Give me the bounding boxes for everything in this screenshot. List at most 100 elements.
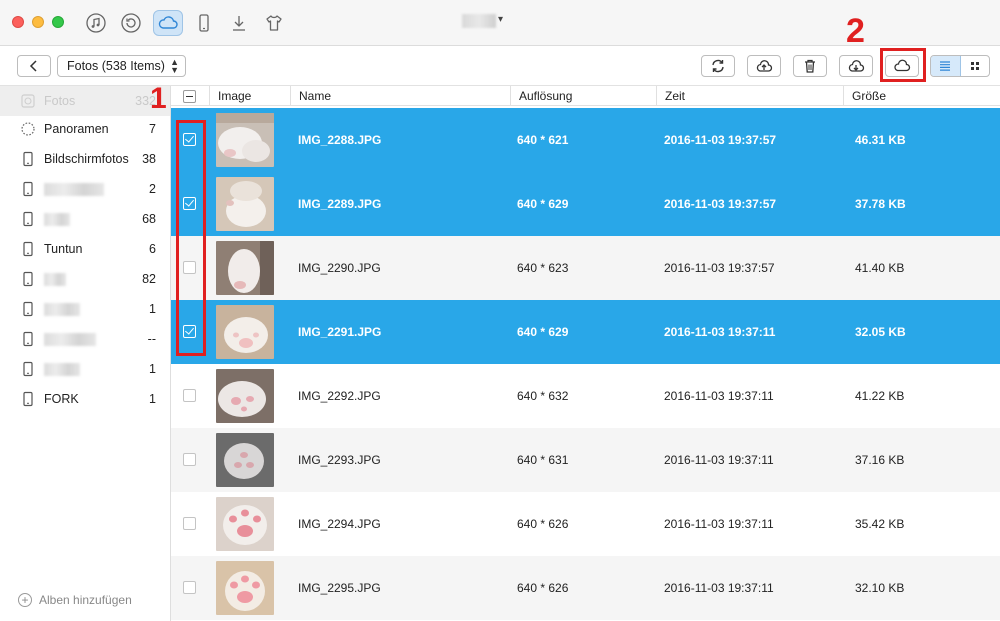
table-row[interactable]: IMG_2293.JPG 640 * 631 2016-11-03 19:37:… — [171, 428, 1000, 492]
plus-circle-icon: + — [18, 593, 32, 607]
sidebar-item-redacted[interactable]: 1 — [0, 354, 170, 384]
file-name: IMG_2294.JPG — [298, 517, 381, 531]
select-all-checkbox[interactable] — [183, 90, 196, 103]
sidebar-item-redacted[interactable]: 1 — [0, 294, 170, 324]
sidebar-item-count: 2 — [149, 182, 156, 196]
sidebar-item-count: 68 — [142, 212, 156, 226]
sidebar-item-redacted[interactable]: 68 — [0, 204, 170, 234]
app-window: ▾ Fotos (538 Items) ▲ ▼ Fotos 332 Panora… — [0, 0, 1000, 621]
table-header: Image Name Auflösung Zeit Größe — [171, 86, 1000, 106]
annotation-highlight-cloud-button — [880, 48, 926, 82]
row-checkbox[interactable] — [183, 517, 196, 530]
file-name: IMG_2295.JPG — [298, 581, 381, 595]
table-row[interactable]: IMG_2288.JPG 640 * 621 2016-11-03 19:37:… — [171, 108, 1000, 172]
file-size: 37.78 KB — [855, 197, 906, 211]
column-header-time[interactable]: Zeit — [656, 86, 843, 106]
download-to-computer-button[interactable] — [839, 55, 873, 77]
photo-thumbnail — [216, 113, 274, 167]
redacted-album-name — [44, 363, 80, 376]
sidebar-item-fotos[interactable]: Fotos 332 — [0, 86, 170, 116]
file-resolution: 640 * 626 — [517, 517, 569, 531]
device-dropdown-chevron-icon[interactable]: ▾ — [498, 14, 503, 25]
backup-restore-icon[interactable] — [118, 10, 144, 36]
sidebar-item-redacted[interactable]: -- — [0, 324, 170, 354]
refresh-button[interactable] — [701, 55, 735, 77]
row-checkbox[interactable] — [183, 389, 196, 402]
column-header-size[interactable]: Größe — [843, 86, 1000, 106]
phone-icon — [20, 271, 36, 287]
redacted-album-name — [44, 303, 80, 316]
photo-thumbnail — [216, 369, 274, 423]
tshirt-icon[interactable] — [261, 10, 287, 36]
sidebar-item-count: 38 — [142, 152, 156, 166]
close-window-button[interactable] — [12, 16, 24, 28]
sidebar-item-tuntun[interactable]: Tuntun 6 — [0, 234, 170, 264]
redacted-album-name — [44, 273, 66, 286]
grid-view-button[interactable] — [961, 56, 990, 76]
sidebar-item-fork[interactable]: FORK 1 — [0, 384, 170, 414]
zoom-window-button[interactable] — [52, 16, 64, 28]
download-icon[interactable] — [226, 10, 252, 36]
file-resolution: 640 * 631 — [517, 453, 569, 467]
file-resolution: 640 * 632 — [517, 389, 569, 403]
album-dropdown[interactable]: Fotos (538 Items) ▲ ▼ — [57, 55, 186, 77]
sidebar-item-count: 6 — [149, 242, 156, 256]
phone-icon — [20, 151, 36, 167]
file-name: IMG_2291.JPG — [298, 325, 382, 339]
sidebar-item-bildschirmfotos[interactable]: Bildschirmfotos 38 — [0, 144, 170, 174]
file-time: 2016-11-03 19:37:11 — [664, 581, 774, 595]
phone-icon — [20, 241, 36, 257]
column-header-image[interactable]: Image — [209, 86, 290, 106]
file-resolution: 640 * 621 — [517, 133, 569, 147]
sidebar-item-panoramen[interactable]: Panoramen 7 — [0, 114, 170, 144]
file-size: 41.22 KB — [855, 389, 905, 403]
grid-view-icon — [970, 62, 979, 70]
photo-thumbnail — [216, 433, 274, 487]
file-name: IMG_2292.JPG — [298, 389, 381, 403]
file-resolution: 640 * 623 — [517, 261, 569, 275]
table-row[interactable]: IMG_2292.JPG 640 * 632 2016-11-03 19:37:… — [171, 364, 1000, 428]
row-checkbox[interactable] — [183, 581, 196, 594]
view-mode-toggle — [930, 55, 990, 77]
back-button[interactable] — [17, 55, 51, 77]
photo-thumbnail — [216, 241, 274, 295]
column-header-name[interactable]: Name — [290, 86, 510, 106]
device-name-redacted[interactable] — [462, 14, 496, 28]
table-row[interactable]: IMG_2289.JPG 640 * 629 2016-11-03 19:37:… — [171, 172, 1000, 236]
file-name: IMG_2290.JPG — [298, 261, 381, 275]
column-header-resolution[interactable]: Auflösung — [510, 86, 656, 106]
table-row[interactable]: IMG_2290.JPG 640 * 623 2016-11-03 19:37:… — [171, 236, 1000, 300]
device-icon[interactable] — [191, 10, 217, 36]
table-row[interactable]: IMG_2291.JPG 640 * 629 2016-11-03 19:37:… — [171, 300, 1000, 364]
file-size: 32.05 KB — [855, 325, 906, 339]
file-time: 2016-11-03 19:37:11 — [664, 325, 776, 339]
icloud-icon[interactable] — [153, 10, 183, 36]
album-sidebar: Fotos 332 Panoramen 7 Bildschirmfotos 38… — [0, 86, 171, 621]
photo-thumbnail — [216, 497, 274, 551]
upload-to-cloud-button[interactable] — [747, 55, 781, 77]
photo-thumbnail — [216, 305, 274, 359]
file-time: 2016-11-03 19:37:57 — [664, 197, 777, 211]
list-view-button[interactable] — [931, 56, 961, 76]
row-checkbox[interactable] — [183, 453, 196, 466]
annotation-step-2: 2 — [846, 12, 865, 50]
file-resolution: 640 * 629 — [517, 325, 569, 339]
music-icon[interactable] — [83, 10, 109, 36]
minimize-window-button[interactable] — [32, 16, 44, 28]
sidebar-item-redacted[interactable]: 2 — [0, 174, 170, 204]
panorama-icon — [20, 121, 36, 137]
sidebar-item-count: 82 — [142, 272, 156, 286]
sidebar-item-redacted[interactable]: 82 — [0, 264, 170, 294]
delete-button[interactable] — [793, 55, 827, 77]
cloud-upload-icon — [756, 60, 773, 72]
table-row[interactable]: IMG_2294.JPG 640 * 626 2016-11-03 19:37:… — [171, 492, 1000, 556]
sidebar-item-count: 1 — [149, 362, 156, 376]
photo-thumbnail — [216, 561, 274, 615]
phone-icon — [20, 211, 36, 227]
table-row[interactable]: IMG_2295.JPG 640 * 626 2016-11-03 19:37:… — [171, 556, 1000, 620]
sidebar-item-count: -- — [147, 332, 156, 346]
phone-icon — [20, 331, 36, 347]
sidebar-item-count: 1 — [149, 302, 156, 316]
file-time: 2016-11-03 19:37:11 — [664, 453, 774, 467]
add-albums-button[interactable]: + Alben hinzufügen — [18, 593, 132, 607]
